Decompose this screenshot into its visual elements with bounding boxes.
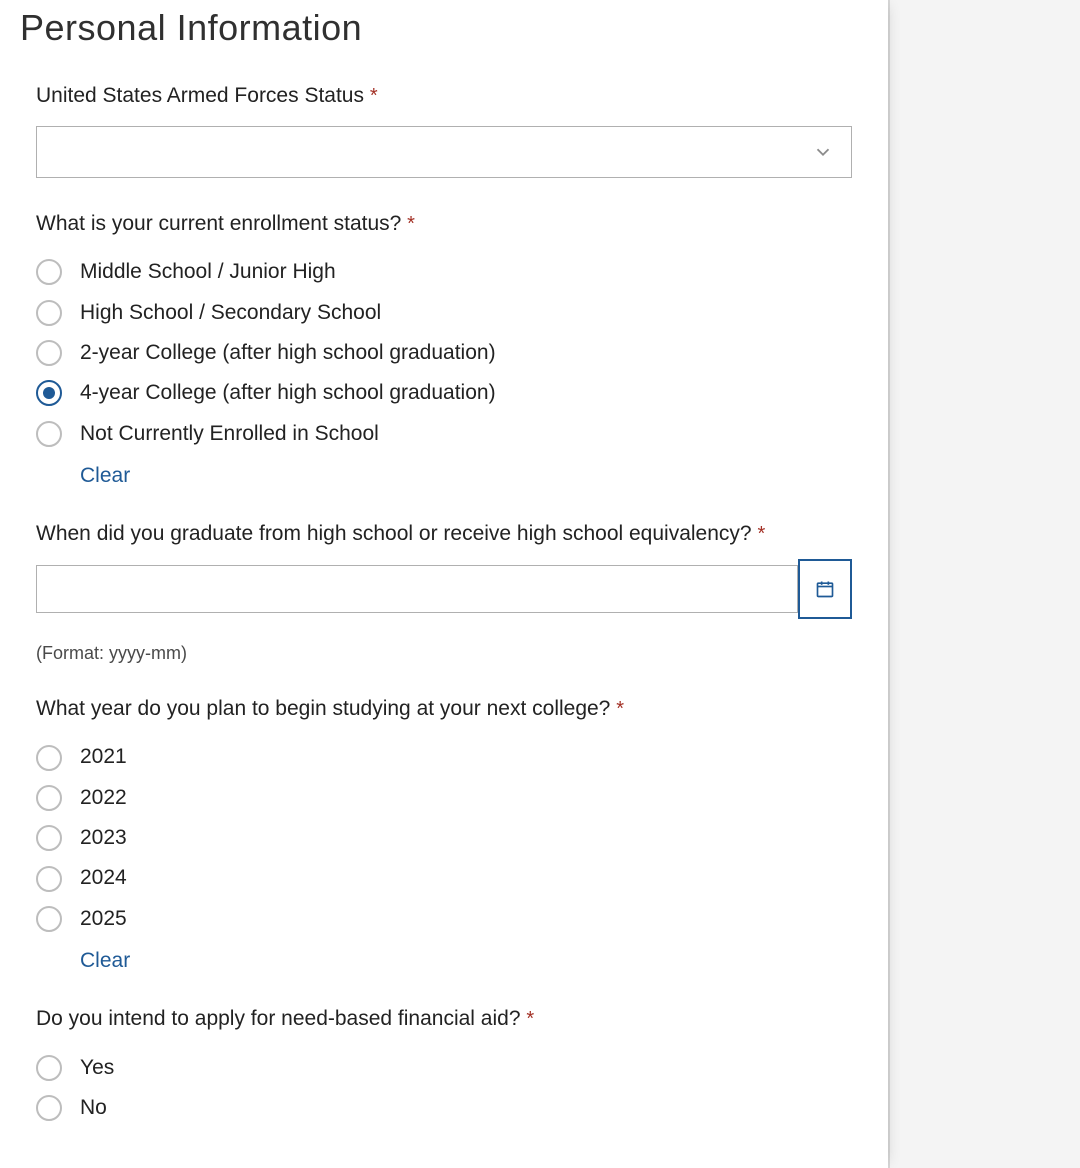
radio-button[interactable] — [36, 745, 62, 771]
field-enrollment: What is your current enrollment status? … — [36, 210, 852, 490]
start-year-clear-link[interactable]: Clear — [80, 947, 130, 975]
radio-label: Yes — [80, 1054, 114, 1082]
radio-label: 2025 — [80, 905, 127, 933]
radio-row: 2-year College (after high school gradua… — [36, 333, 852, 373]
hs-grad-input[interactable] — [36, 565, 798, 613]
radio-button[interactable] — [36, 259, 62, 285]
hs-grad-label: When did you graduate from high school o… — [36, 520, 852, 548]
armed-forces-label-text: United States Armed Forces Status — [36, 84, 364, 107]
radio-label: 2023 — [80, 824, 127, 852]
radio-row: 2021 — [36, 737, 852, 777]
radio-button[interactable] — [36, 866, 62, 892]
armed-forces-select[interactable] — [36, 126, 852, 178]
radio-label: 2021 — [80, 743, 127, 771]
side-panel — [888, 0, 1080, 1168]
radio-label: 2024 — [80, 864, 127, 892]
radio-label: 2-year College (after high school gradua… — [80, 339, 496, 367]
radio-row: Yes — [36, 1048, 852, 1088]
main-panel: Personal Information United States Armed… — [0, 0, 888, 1168]
radio-button[interactable] — [36, 825, 62, 851]
radio-row: High School / Secondary School — [36, 293, 852, 333]
required-mark: * — [616, 698, 624, 720]
radio-button[interactable] — [36, 785, 62, 811]
start-year-label-text: What year do you plan to begin studying … — [36, 697, 610, 720]
radio-label: 4-year College (after high school gradua… — [80, 379, 496, 407]
radio-row: 4-year College (after high school gradua… — [36, 373, 852, 413]
radio-label: 2022 — [80, 784, 127, 812]
fin-aid-label-text: Do you intend to apply for need-based fi… — [36, 1007, 521, 1030]
fin-aid-radio-group: Yes No — [36, 1048, 852, 1129]
field-armed-forces: United States Armed Forces Status * — [36, 82, 852, 178]
enrollment-label-text: What is your current enrollment status? — [36, 212, 401, 235]
hs-grad-date-row — [36, 565, 852, 619]
page-title: Personal Information — [20, 0, 868, 53]
radio-button[interactable] — [36, 380, 62, 406]
required-mark: * — [370, 85, 378, 107]
radio-button[interactable] — [36, 906, 62, 932]
hs-grad-hint: (Format: yyyy-mm) — [36, 641, 852, 665]
enrollment-radio-group: Middle School / Junior High High School /… — [36, 252, 852, 454]
fin-aid-label: Do you intend to apply for need-based fi… — [36, 1005, 852, 1033]
required-mark: * — [526, 1008, 534, 1030]
radio-button[interactable] — [36, 1095, 62, 1121]
radio-row: Not Currently Enrolled in School — [36, 414, 852, 454]
radio-label: Middle School / Junior High — [80, 258, 336, 286]
date-picker-button[interactable] — [798, 559, 852, 619]
page-header: Personal Information — [0, 0, 888, 68]
form-body: United States Armed Forces Status * What… — [0, 68, 888, 1168]
radio-label: High School / Secondary School — [80, 299, 381, 327]
hs-grad-label-text: When did you graduate from high school o… — [36, 522, 752, 545]
radio-label: No — [80, 1094, 107, 1122]
field-hs-grad: When did you graduate from high school o… — [36, 520, 852, 665]
radio-button[interactable] — [36, 421, 62, 447]
armed-forces-select-wrap — [36, 126, 852, 178]
field-fin-aid: Do you intend to apply for need-based fi… — [36, 1005, 852, 1128]
armed-forces-label: United States Armed Forces Status * — [36, 82, 852, 110]
radio-row: 2025 — [36, 899, 852, 939]
required-mark: * — [757, 523, 765, 545]
radio-button[interactable] — [36, 340, 62, 366]
radio-button[interactable] — [36, 300, 62, 326]
radio-button[interactable] — [36, 1055, 62, 1081]
radio-row: 2023 — [36, 818, 852, 858]
radio-row: 2024 — [36, 858, 852, 898]
enrollment-label: What is your current enrollment status? … — [36, 210, 852, 238]
field-start-year: What year do you plan to begin studying … — [36, 695, 852, 975]
radio-row: 2022 — [36, 778, 852, 818]
required-mark: * — [407, 213, 415, 235]
radio-row: Middle School / Junior High — [36, 252, 852, 292]
start-year-radio-group: 2021 2022 2023 2024 2025 — [36, 737, 852, 939]
enrollment-clear-link[interactable]: Clear — [80, 462, 130, 490]
radio-row: No — [36, 1088, 852, 1128]
start-year-label: What year do you plan to begin studying … — [36, 695, 852, 723]
radio-label: Not Currently Enrolled in School — [80, 420, 379, 448]
calendar-icon — [815, 579, 835, 599]
